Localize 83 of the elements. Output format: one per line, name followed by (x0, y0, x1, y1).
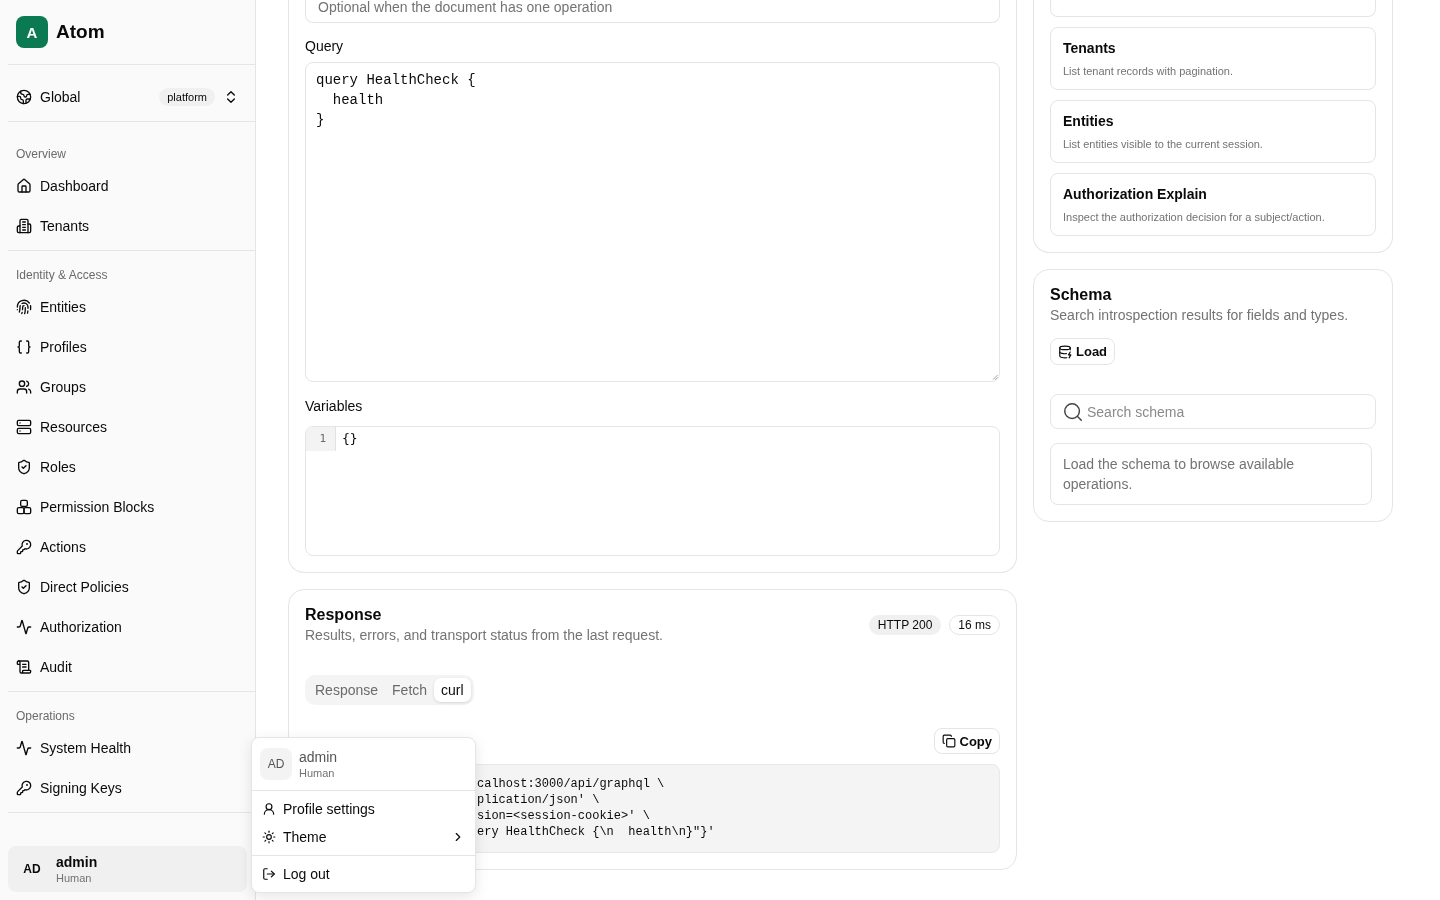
card-subtitle: Search introspection results for fields and types. (1050, 306, 1350, 324)
nav-item[interactable]: System Health (8, 728, 247, 768)
copy-icon (941, 734, 956, 748)
nav-item[interactable]: Dashboard (8, 166, 247, 206)
nav-item[interactable]: Audit (8, 647, 247, 687)
search-field[interactable]: Search schema (1050, 394, 1376, 429)
shield-check-icon (16, 459, 32, 475)
line-number: 1 (306, 427, 336, 451)
user-icon (262, 802, 276, 816)
globe-icon (16, 89, 32, 105)
operation-description: List tenant records with pagination. (1063, 64, 1233, 79)
key-icon (16, 539, 32, 555)
building-icon (16, 218, 32, 234)
menu-item[interactable]: Profile settings (256, 795, 471, 823)
code-line: {} (342, 430, 358, 448)
menu-item[interactable]: Theme (256, 823, 471, 851)
operation-name-field[interactable]: Optional when the document has one operation (305, 0, 1000, 23)
empty-state-message: Load the schema to browse available operations. (1050, 443, 1372, 505)
nav-item[interactable]: Groups (8, 367, 247, 407)
server-icon (16, 419, 32, 435)
nav-item[interactable]: Authorization (8, 607, 247, 647)
operation-card[interactable]: Authorization Explain Inspect the authorization decision for a subject/action. (1050, 173, 1376, 236)
fingerprint-icon (16, 299, 32, 315)
brand-name: Atom (56, 21, 105, 43)
brand-logo: A (16, 16, 48, 48)
nav-item[interactable]: Resources (8, 407, 247, 447)
card-title: Response (305, 605, 382, 625)
field-label: Variables (305, 398, 363, 414)
nav-group-label: Operations (15, 708, 76, 724)
nav-item[interactable]: Entities (8, 287, 247, 327)
scroll-icon (16, 659, 32, 675)
sun-icon (262, 830, 276, 844)
users-icon (16, 379, 32, 395)
database-icon (1058, 344, 1072, 359)
card-title: Schema (1050, 285, 1113, 305)
menu-avatar: AD (260, 748, 292, 780)
nav-group-label: Identity & Access (15, 267, 109, 283)
user-name: admin (56, 853, 98, 871)
resize-handle-icon (990, 372, 998, 380)
operation-title: Entities (1063, 112, 1114, 131)
pulse-icon (16, 619, 32, 635)
search-icon (1062, 401, 1084, 423)
nav-item[interactable]: Profiles (8, 327, 247, 367)
menu-user-type: Human (299, 766, 336, 780)
nav-item[interactable]: Permission Blocks (8, 487, 247, 527)
nav-item[interactable]: Actions (8, 527, 247, 567)
scope-badge: platform (159, 88, 215, 106)
operation-title: Authorization Explain (1063, 185, 1207, 204)
status-badge: HTTP 200 (868, 615, 942, 635)
operation-description: Inspect the authorization decision for a subject/action. (1063, 210, 1325, 225)
variables-editor[interactable]: 1 {} (305, 426, 1000, 556)
shield-check-icon (16, 579, 32, 595)
operation-description: List entities visible to the current session. (1063, 137, 1263, 152)
log-out-icon (262, 867, 276, 881)
nav-item[interactable]: Tenants (8, 206, 247, 246)
pulse-icon (16, 740, 32, 756)
nav-item[interactable]: Direct Policies (8, 567, 247, 607)
nav-group-label: Overview (15, 146, 67, 162)
card-subtitle: Results, errors, and transport status from the last request. (305, 626, 663, 644)
boxes-icon (16, 499, 32, 515)
code-text: calhost:3000/api/graphql \ plication/json' \ sion=<session-cookie>' \ ery HealthCheck {\n health\n}"}' (477, 776, 716, 840)
load-button[interactable]: Load (1050, 338, 1116, 365)
tab[interactable]: curl (434, 678, 471, 702)
operation-card[interactable]: Tenants List tenant records with pagination. (1050, 27, 1376, 90)
key-icon (16, 780, 32, 796)
menu-item[interactable]: Log out (256, 860, 471, 888)
operation-card[interactable]: Entities List entities visible to the current session. (1050, 100, 1376, 163)
tab[interactable]: Fetch (385, 678, 435, 702)
menu-user-name: admin (299, 748, 338, 766)
nav-item[interactable]: Roles (8, 447, 247, 487)
operation-title: Tenants (1063, 39, 1116, 58)
copy-button[interactable]: Copy (933, 728, 1000, 754)
house-icon (16, 178, 32, 194)
query-editor[interactable]: query HealthCheck { health } (305, 62, 1000, 382)
user-type: Human (56, 871, 93, 885)
user-button[interactable]: AD admin Human (8, 846, 247, 892)
tab[interactable]: Response (308, 678, 386, 702)
scope-switcher[interactable]: Global platform (8, 79, 247, 115)
braces-icon (16, 339, 32, 355)
nav-item[interactable]: Signing Keys (8, 768, 247, 808)
operation-card[interactable] (1050, 0, 1376, 17)
avatar-initials: AD (22, 861, 42, 878)
field-label: Query (305, 38, 344, 54)
